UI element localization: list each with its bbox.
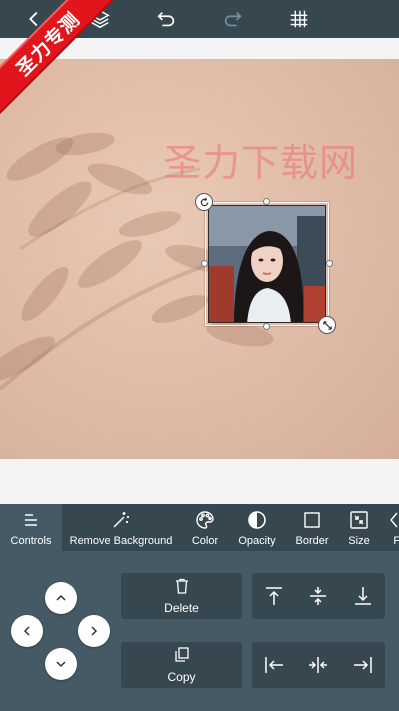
watermark-canvas-text: 圣力下载网: [163, 141, 359, 185]
border-icon: [301, 509, 323, 531]
align-right-icon: [354, 657, 372, 673]
chevron-right-icon: [91, 626, 98, 636]
horizontal-align-group: [252, 642, 385, 688]
chevron-down-icon: [56, 661, 66, 668]
align-left-icon: [265, 657, 283, 673]
align-bottom-icon: [355, 587, 371, 605]
align-vertical-center-icon: [310, 587, 326, 605]
align-top-icon: [266, 587, 282, 605]
undo-icon[interactable]: [154, 7, 178, 31]
tool-tabs: Controls Remove Background Color Opacity…: [0, 504, 399, 551]
opacity-icon: [246, 509, 268, 531]
scale-icon[interactable]: [318, 316, 336, 334]
tab-flip-label: Fl: [393, 535, 399, 547]
move-right-button[interactable]: [78, 615, 110, 647]
move-left-button[interactable]: [11, 615, 43, 647]
tab-color[interactable]: Color: [184, 504, 226, 551]
palette-icon: [194, 509, 216, 531]
tab-controls[interactable]: Controls: [0, 504, 62, 551]
tab-border[interactable]: Border: [292, 504, 332, 551]
align-left-button[interactable]: [252, 642, 296, 688]
move-up-button[interactable]: [45, 582, 77, 614]
tab-color-label: Color: [191, 535, 219, 547]
align-horizontal-center-icon: [309, 657, 327, 673]
resize-handle-right[interactable]: [326, 260, 333, 267]
align-center-button[interactable]: [296, 642, 340, 688]
delete-button[interactable]: Delete: [121, 573, 242, 619]
controls-icon: [20, 509, 42, 531]
copy-label: Copy: [167, 670, 196, 684]
trash-icon: [173, 577, 191, 600]
resize-handle-top[interactable]: [263, 198, 270, 205]
size-icon: [348, 509, 370, 531]
magic-wand-icon: [110, 509, 132, 531]
tab-opacity-label: Opacity: [238, 535, 276, 547]
flip-icon: [387, 509, 399, 531]
grid-icon[interactable]: [287, 7, 311, 31]
align-right-button[interactable]: [341, 642, 385, 688]
tab-flip[interactable]: Fl: [386, 504, 399, 551]
tab-size[interactable]: Size: [343, 504, 375, 551]
watermark-ribbon-text: 圣力专测: [0, 0, 120, 120]
tab-remove-background[interactable]: Remove Background: [66, 504, 176, 551]
sticker-photo: [208, 205, 326, 323]
align-top-button[interactable]: [252, 573, 296, 619]
align-middle-button[interactable]: [296, 573, 340, 619]
chevron-left-icon: [23, 626, 30, 636]
tab-opacity[interactable]: Opacity: [235, 504, 279, 551]
redo-icon[interactable]: [221, 7, 245, 31]
rotate-icon[interactable]: [195, 193, 213, 211]
vertical-align-group: [252, 573, 385, 619]
tab-remove-background-label: Remove Background: [69, 535, 173, 547]
delete-label: Delete: [164, 601, 199, 615]
selected-photo-sticker[interactable]: [195, 193, 336, 334]
copy-icon: [173, 646, 191, 669]
align-bottom-button[interactable]: [341, 573, 385, 619]
move-down-button[interactable]: [45, 648, 77, 680]
resize-handle-left[interactable]: [201, 260, 208, 267]
copy-button[interactable]: Copy: [121, 642, 242, 688]
tab-border-label: Border: [295, 535, 329, 547]
controls-panel: Delete Copy: [0, 551, 399, 711]
tab-controls-label: Controls: [10, 535, 52, 547]
tab-size-label: Size: [348, 535, 370, 547]
resize-handle-bottom[interactable]: [263, 323, 270, 330]
watermark-ribbon: 圣力专测: [0, 0, 120, 120]
chevron-up-icon: [56, 594, 66, 601]
